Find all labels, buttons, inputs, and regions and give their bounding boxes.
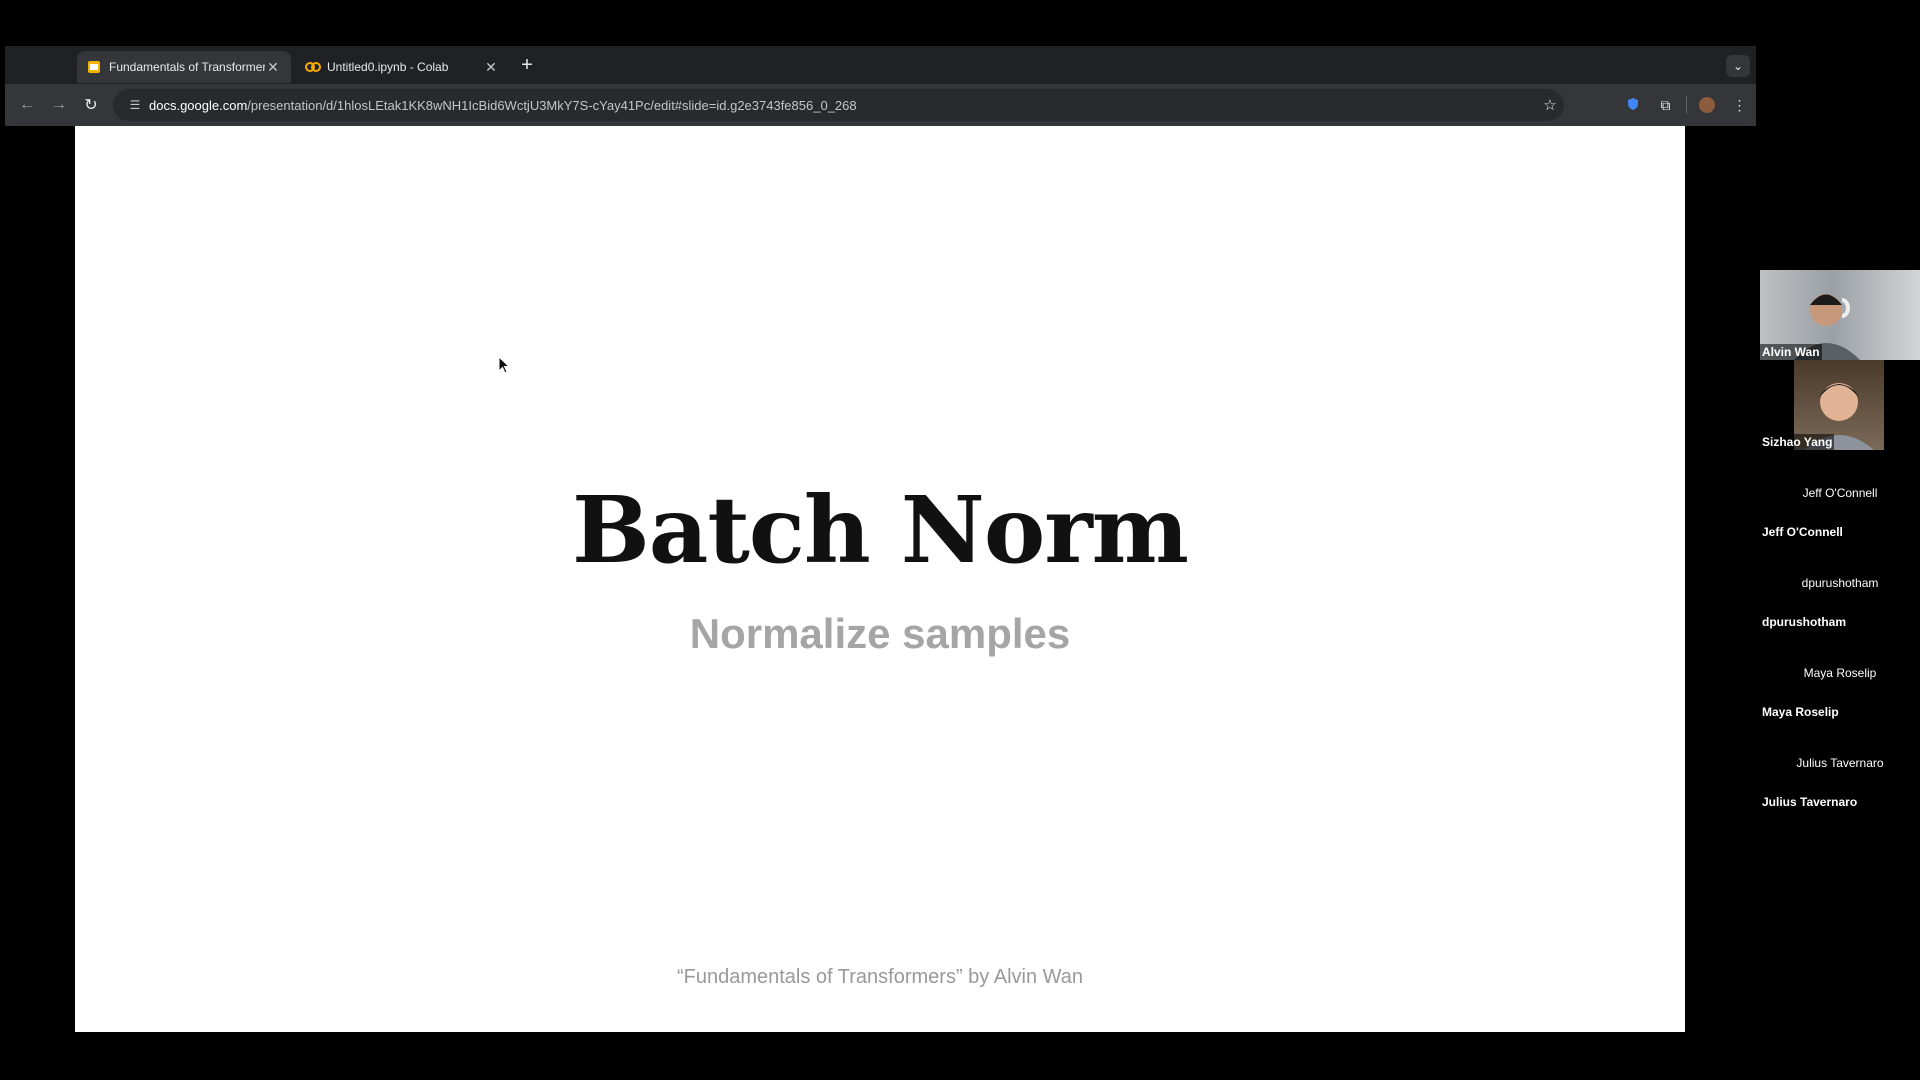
site-settings-icon[interactable]: ☰ [121, 98, 149, 112]
participant-name: Julius Tavernaro [1760, 794, 1860, 810]
tab-title: Fundamentals of Transformers [109, 60, 265, 74]
forward-arrow-icon[interactable]: → [43, 96, 75, 114]
new-tab-plus-icon[interactable]: + [515, 54, 539, 77]
participant-placeholder-name: dpurushotham [1801, 576, 1879, 590]
mouse-cursor-icon [498, 356, 511, 374]
slide-subtitle: Normalize samples [689, 610, 1071, 657]
slide-footer: “Fundamentals of Transformers” by Alvin … [676, 966, 1084, 988]
address-bar[interactable]: ☰ docs.google.com/presentation/d/1hlosLE… [113, 89, 1564, 121]
bookmark-star-icon[interactable]: ☆ [1536, 96, 1564, 114]
chevron-down-icon[interactable]: ⌄ [1726, 55, 1750, 77]
url-text[interactable]: docs.google.com/presentation/d/1hlosLEta… [149, 98, 1536, 113]
extension-shield-icon[interactable] [1616, 97, 1649, 114]
participant-placeholder-name: Jeff O'Connell [1802, 486, 1878, 500]
slide-title: Batch Norm [571, 476, 1189, 584]
tab-strip: Fundamentals of Transformers ✕ Untitled0… [5, 46, 1756, 84]
back-arrow-icon[interactable]: ← [11, 96, 43, 114]
participant-tile[interactable]: Alvin Wan [1760, 270, 1920, 360]
slides-icon [87, 60, 101, 74]
puzzle-icon[interactable]: ⧉ [1649, 97, 1682, 114]
participant-name: Jeff O'Connell [1760, 524, 1845, 540]
tab-fundamentals[interactable]: Fundamentals of Transformers ✕ [77, 51, 291, 83]
participant-tile[interactable]: Jeff O'Connell Jeff O'Connell [1760, 450, 1920, 540]
participant-tile[interactable]: Julius Tavernaro Julius Tavernaro [1760, 720, 1920, 810]
close-icon[interactable]: ✕ [483, 59, 499, 76]
browser-toolbar: ← → ↻ ☰ docs.google.com/presentation/d/1… [5, 84, 1756, 126]
profile-avatar[interactable] [1699, 97, 1715, 113]
participant-placeholder-name: Julius Tavernaro [1796, 756, 1884, 770]
participant-tile[interactable]: dpurushotham dpurushotham [1760, 540, 1920, 630]
close-icon[interactable]: ✕ [265, 59, 281, 76]
tab-colab[interactable]: Untitled0.ipynb - Colab ✕ [295, 51, 509, 83]
participant-name: Sizhao Yang [1760, 434, 1835, 450]
participant-panel: Alvin Wan Sizhao Yang Jeff O'Connell Jef… [1760, 270, 1920, 810]
participant-name: Alvin Wan [1760, 344, 1822, 360]
participant-tile[interactable]: Sizhao Yang [1760, 360, 1920, 450]
browser-window: Fundamentals of Transformers ✕ Untitled0… [5, 46, 1756, 126]
colab-icon [305, 60, 321, 74]
participant-placeholder-name: Maya Roselip [1803, 666, 1877, 680]
participant-name: dpurushotham [1760, 614, 1848, 630]
kebab-menu-icon[interactable]: ⋮ [1723, 97, 1756, 114]
toolbar-divider [1686, 96, 1687, 114]
participant-name: Maya Roselip [1760, 704, 1841, 720]
participant-tile[interactable]: Maya Roselip Maya Roselip [1760, 630, 1920, 720]
tab-title: Untitled0.ipynb - Colab [327, 60, 449, 74]
slide-canvas: Batch Norm Normalize samples “Fundamenta… [75, 126, 1685, 1032]
reload-icon[interactable]: ↻ [75, 95, 107, 115]
